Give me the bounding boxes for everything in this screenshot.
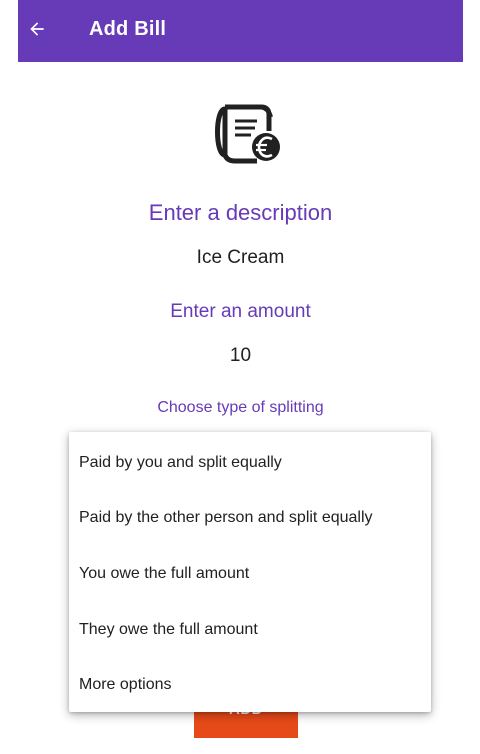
amount-label: Enter an amount (170, 301, 311, 322)
description-label: Enter a description (148, 200, 333, 225)
back-button[interactable] (22, 14, 52, 44)
split-type-dropdown: Paid by you and split equally Paid by th… (69, 432, 431, 712)
description-field[interactable]: Ice Cream (18, 247, 463, 269)
app-bar: Add Bill (18, 0, 463, 62)
split-type-label[interactable]: Choose type of splitting (18, 399, 463, 417)
receipt-euro-icon (205, 95, 285, 167)
split-option-paid-by-you[interactable]: Paid by you and split equally (69, 435, 431, 491)
split-option-more-options[interactable]: More options (69, 657, 431, 713)
split-option-you-owe-full[interactable]: You owe the full amount (69, 546, 431, 602)
split-option-they-owe-full[interactable]: They owe the full amount (69, 602, 431, 658)
arrow-left-icon (30, 22, 44, 36)
amount-field[interactable]: 10 (18, 345, 463, 367)
page-title: Add Bill (89, 18, 167, 40)
add-bill-screen: Add Bill Enter a description Ice Cream E… (18, 0, 463, 754)
split-option-paid-by-other[interactable]: Paid by the other person and split equal… (69, 491, 431, 547)
